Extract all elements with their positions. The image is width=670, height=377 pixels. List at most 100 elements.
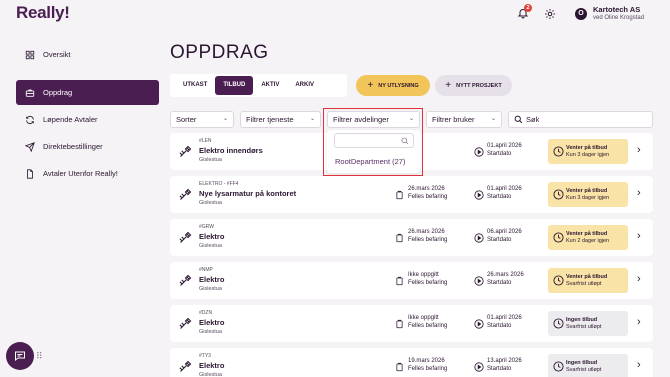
department-filter[interactable]: Filtrer avdelinger ⌄ [327, 111, 420, 128]
chevron-right-icon[interactable]: › [637, 273, 641, 285]
project-name: Elektro innendørs [199, 146, 263, 155]
start-label: Startdato [487, 366, 512, 372]
project-name: Elektro [199, 275, 225, 284]
start-label: Startdato [487, 323, 512, 329]
company-name: Kartotech AS [593, 5, 641, 14]
briefcase-icon [25, 89, 35, 97]
chat-button[interactable] [6, 342, 34, 370]
project-number: #DZN [199, 310, 213, 316]
tab-arkiv[interactable]: ARKIV [287, 76, 322, 95]
chevron-right-icon[interactable]: › [637, 144, 641, 156]
chevron-right-icon[interactable]: › [637, 359, 641, 371]
clock-icon [553, 361, 564, 372]
clock-icon [553, 189, 564, 200]
sidebar-item-oversikt[interactable]: Oversikt [16, 42, 159, 67]
clipboard-icon [396, 276, 403, 286]
sidebar-item-label: Oversikt [43, 50, 71, 59]
play-circle-icon [474, 362, 484, 372]
search-input[interactable]: Søk [508, 111, 653, 128]
project-number: #GRW [199, 224, 214, 230]
tab-aktiv[interactable]: AKTIV [253, 76, 287, 95]
department-search-input[interactable] [334, 133, 414, 148]
project-location: Gislestua [199, 157, 222, 163]
sidebar: Oversikt Oppdrag Løpende Avtaler Direkte… [16, 42, 159, 188]
inspection-label: Felles befaring [408, 280, 448, 286]
tab-utkast[interactable]: UTKAST [175, 76, 215, 95]
inspection-label: Felles befaring [408, 237, 448, 243]
search-icon [401, 137, 409, 145]
project-card[interactable]: #DZN Elektro Gislestua Ikke oppgitt Felles b… [170, 305, 653, 342]
new-project-label: NYTT PROSJEKT [456, 82, 502, 89]
sidebar-item-label: Avtaler Utenfor Really! [43, 169, 118, 178]
app-logo[interactable]: Really! [16, 3, 70, 23]
play-circle-icon [474, 147, 484, 157]
gear-icon[interactable] [544, 8, 556, 20]
drag-handle-icon[interactable]: ⠿ [36, 351, 43, 362]
department-dropdown: RootDepartment (27) [327, 130, 420, 173]
project-location: Gislestua [199, 200, 222, 206]
start-date: 13.april 2026 [487, 358, 522, 364]
project-name: Elektro [199, 361, 225, 370]
chevron-right-icon[interactable]: › [637, 187, 641, 199]
project-name: Elektro [199, 318, 225, 327]
sidebar-item-label: Oppdrag [43, 88, 73, 97]
service-filter[interactable]: Filtrer tjeneste ⌄ [240, 111, 321, 128]
plus-icon: + [445, 80, 452, 91]
project-number: #NMP [199, 267, 213, 273]
clock-icon [553, 275, 564, 286]
status-deadline: Svarfrist utløpt [566, 281, 602, 287]
wrench-icon [179, 188, 192, 200]
project-name: Nye lysarmatur på kontoret [199, 189, 297, 198]
sidebar-item-avtaler-utenfor[interactable]: Avtaler Utenfor Really! [16, 161, 159, 186]
chevron-right-icon[interactable]: › [637, 316, 641, 328]
wrench-icon [179, 145, 192, 157]
wrench-icon [179, 231, 192, 243]
status-badge: Venter på tilbud Kun 3 dager igjen [548, 139, 628, 164]
clock-icon [553, 232, 564, 243]
project-card[interactable]: ELEKTRO - #FF4 Nye lysarmatur på kontoret… [170, 176, 653, 213]
department-filter-label: Filtrer avdelinger [333, 115, 389, 124]
user-filter[interactable]: Filtrer bruker ⌄ [426, 111, 502, 128]
status-badge: Venter på tilbud Kun 3 dager igjen [548, 182, 628, 207]
status-deadline: Kun 3 dager igjen [566, 195, 610, 201]
sidebar-item-oppdrag[interactable]: Oppdrag [16, 80, 159, 105]
new-project-button[interactable]: + NYTT PROSJEKT [435, 75, 512, 96]
clipboard-icon [396, 319, 403, 329]
user-name: ved Oline Krogstad [593, 15, 645, 21]
inspection-date: Ikke oppgitt [408, 315, 439, 321]
project-card[interactable]: #TY3 Elektro Gislestua 19.mars 2026 Felles b… [170, 348, 653, 377]
inspection-label: Felles befaring [408, 366, 448, 372]
sort-select[interactable]: Sorter ⌄ [170, 111, 234, 128]
sidebar-item-lopende-avtaler[interactable]: Løpende Avtaler [16, 107, 159, 132]
user-filter-label: Filtrer bruker [432, 115, 475, 124]
clock-icon [553, 146, 564, 157]
chat-icon [15, 351, 25, 362]
chevron-right-icon[interactable]: › [637, 230, 641, 242]
chevron-down-icon: ⌄ [222, 116, 228, 122]
project-location: Gislestua [199, 286, 222, 292]
new-tender-label: NY UTLYSNING [378, 82, 419, 89]
tab-tilbud[interactable]: TILBUD [215, 76, 254, 95]
chevron-down-icon: ⌄ [490, 116, 496, 122]
service-filter-label: Filtrer tjeneste [246, 115, 294, 124]
avatar[interactable]: O [575, 8, 587, 20]
notification-badge: 2 [524, 4, 532, 12]
status-title: Ingen tilbud [566, 360, 598, 366]
inspection-date: 19.mars 2026 [408, 358, 445, 364]
plus-icon: + [367, 80, 374, 91]
project-card[interactable]: #GRW Elektro Gislestua 26.mars 2026 Felles b… [170, 219, 653, 256]
department-option[interactable]: RootDepartment (27) [335, 157, 405, 166]
start-date: 01.april 2026 [487, 186, 522, 192]
status-badge: Ingen tilbud Svarfrist utløpt [548, 354, 628, 377]
project-card[interactable]: #NMP Elektro Gislestua Ikke oppgitt Felles b… [170, 262, 653, 299]
sidebar-item-direktebestillinger[interactable]: Direktebestillinger [16, 134, 159, 159]
status-title: Venter på tilbud [566, 145, 608, 151]
search-placeholder: Søk [526, 115, 540, 124]
new-tender-button[interactable]: + NY UTLYSNING [356, 75, 430, 96]
status-deadline: Svarfrist utløpt [566, 367, 602, 373]
start-label: Startdato [487, 237, 512, 243]
project-location: Gislestua [199, 243, 222, 249]
inspection-date: 26.mars 2026 [408, 229, 445, 235]
grid-icon [25, 50, 35, 59]
wrench-icon [179, 317, 192, 329]
